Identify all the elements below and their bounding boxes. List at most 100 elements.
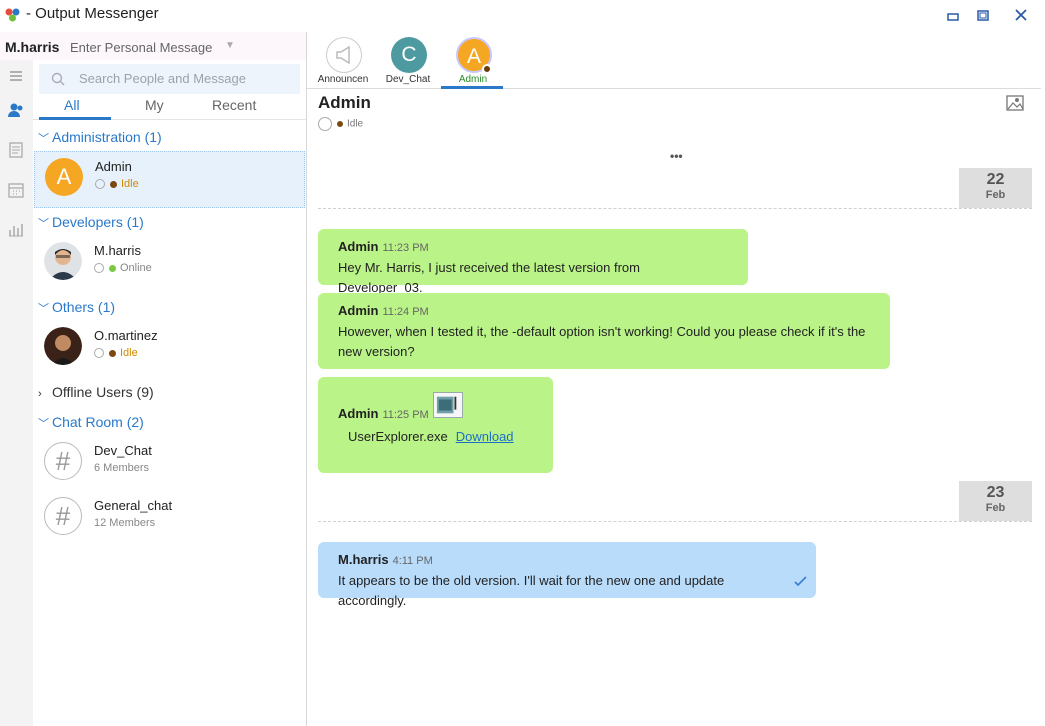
message-text: However, when I tested it, the -default … [338,324,866,359]
minimize-button[interactable] [944,8,962,24]
chat-tabs: Announcen C Dev_Chat A Admin [307,32,1041,89]
message-time: 11:25 PM [382,409,429,421]
hashtag-icon: # [44,442,82,480]
download-link[interactable]: Download [456,429,514,444]
tab-avatar: C [391,37,427,73]
active-tab-indicator [39,117,111,120]
search-placeholder: Search People and Message [79,71,246,86]
chevron-down-icon: ﹀ [38,133,49,145]
message-bubble[interactable]: M.harris 4:11 PM It appears to be the old… [318,542,816,608]
chevron-down-icon[interactable]: ▼ [225,40,235,51]
tab-my[interactable]: My [145,97,164,113]
group-developers[interactable]: ﹀ Developers (1) [38,214,144,231]
divider [318,521,1032,522]
contact-omartinez[interactable]: O.martinez Idle [34,321,305,377]
maximize-button[interactable] [974,8,992,24]
status-dot [109,349,116,357]
message-sender: Admin [338,406,379,421]
message-sender: Admin [338,239,379,254]
tab-dev-chat[interactable]: C Dev_Chat [376,32,440,89]
room-dev-chat[interactable]: # Dev_Chat 6 Members [34,436,305,492]
chevron-down-icon: ﹀ [38,303,49,315]
search-input[interactable]: Search People and Message [39,64,300,94]
group-others[interactable]: ﹀ Others (1) [38,299,115,316]
globe-icon [94,263,104,274]
room-general-chat[interactable]: # General_chat 12 Members [34,491,305,547]
user-bar: M.harris Enter Personal Message ▼ [0,32,306,60]
load-more-button[interactable]: ••• [670,149,683,163]
message-time: 4:11 PM [392,555,433,567]
date-month: Feb [985,189,1006,201]
date-separator: 23 Feb [959,481,1032,521]
panel-divider [306,32,307,726]
message-bubble[interactable]: Admin 11:24 PM However, when I tested it,… [318,293,890,369]
status-dot [109,264,116,272]
reports-icon[interactable] [6,220,26,240]
chevron-right-icon: › [38,388,42,400]
contact-name: Admin [95,159,132,174]
date-day: 22 [986,171,1005,188]
file-icon [433,392,464,418]
tab-all[interactable]: All [64,97,80,113]
avatar [44,242,82,280]
read-check-icon [794,576,807,587]
chevron-down-icon: ﹀ [38,418,49,430]
contact-admin[interactable]: A Admin Idle [34,151,305,208]
megaphone-icon [326,37,362,73]
message-text: It appears to be the old version. I'll w… [338,573,725,608]
calendar-icon[interactable] [6,180,26,200]
notes-icon[interactable] [6,140,26,160]
globe-icon [95,179,105,190]
avatar: A [45,158,83,196]
file-attachment: UserExplorer.exe Download [338,427,533,447]
group-chat-room[interactable]: ﹀ Chat Room (2) [38,414,144,431]
minimize-icon [947,13,959,21]
title-bar: - Output Messenger [0,0,1045,32]
date-separator: 22 Feb [959,168,1032,208]
date-month: Feb [985,502,1006,514]
message-time: 11:24 PM [382,306,429,318]
tab-announcement[interactable]: Announcen [311,32,375,89]
file-name: UserExplorer.exe [348,429,448,444]
tab-recent[interactable]: Recent [212,97,256,113]
chevron-down-icon: ﹀ [38,218,49,230]
maximize-icon [977,10,989,21]
room-members: 12 Members [94,517,156,529]
image-icon[interactable] [1006,95,1024,111]
message-bubble[interactable]: Admin 11:25 PM UserExplorer.exe Download [318,377,553,473]
message-sender: M.harris [338,552,389,567]
left-rail [0,60,33,726]
date-day: 23 [986,484,1005,501]
menu-icon[interactable] [6,66,26,86]
globe-icon [94,348,104,359]
room-members: 6 Members [94,462,150,474]
search-icon [51,72,65,86]
personal-message-input[interactable]: Enter Personal Message [70,40,212,55]
group-administration[interactable]: ﹀ Administration (1) [38,129,162,146]
avatar [44,327,82,365]
message-text: Hey Mr. Harris, I just received the late… [338,260,640,295]
contact-status: Idle [95,178,139,190]
hashtag-icon: # [44,497,82,535]
tab-label: Dev_Chat [385,74,431,85]
close-button[interactable] [1012,8,1030,24]
contact-status: Online [94,262,152,274]
group-offline-users[interactable]: › Offline Users (9) [38,384,154,400]
status-dot [482,64,492,74]
status-dot [110,180,117,188]
message-time: 11:23 PM [382,242,429,254]
contact-status: Idle [94,347,138,359]
contact-name: M.harris [94,243,141,258]
divider [318,208,1032,209]
message-bubble[interactable]: Admin 11:23 PM Hey Mr. Harris, I just rec… [318,229,748,295]
contact-name: O.martinez [94,328,158,343]
chat-status: Idle [318,117,438,131]
contact-mharris[interactable]: M.harris Online [34,236,305,292]
contacts-icon[interactable] [6,100,26,120]
tab-label: Admin [458,74,488,85]
status-dot [337,121,343,127]
chat-title: Admin [318,93,371,112]
tab-label: Announcen [317,74,369,85]
tab-admin[interactable]: A Admin [441,32,503,89]
close-icon [1015,9,1027,21]
